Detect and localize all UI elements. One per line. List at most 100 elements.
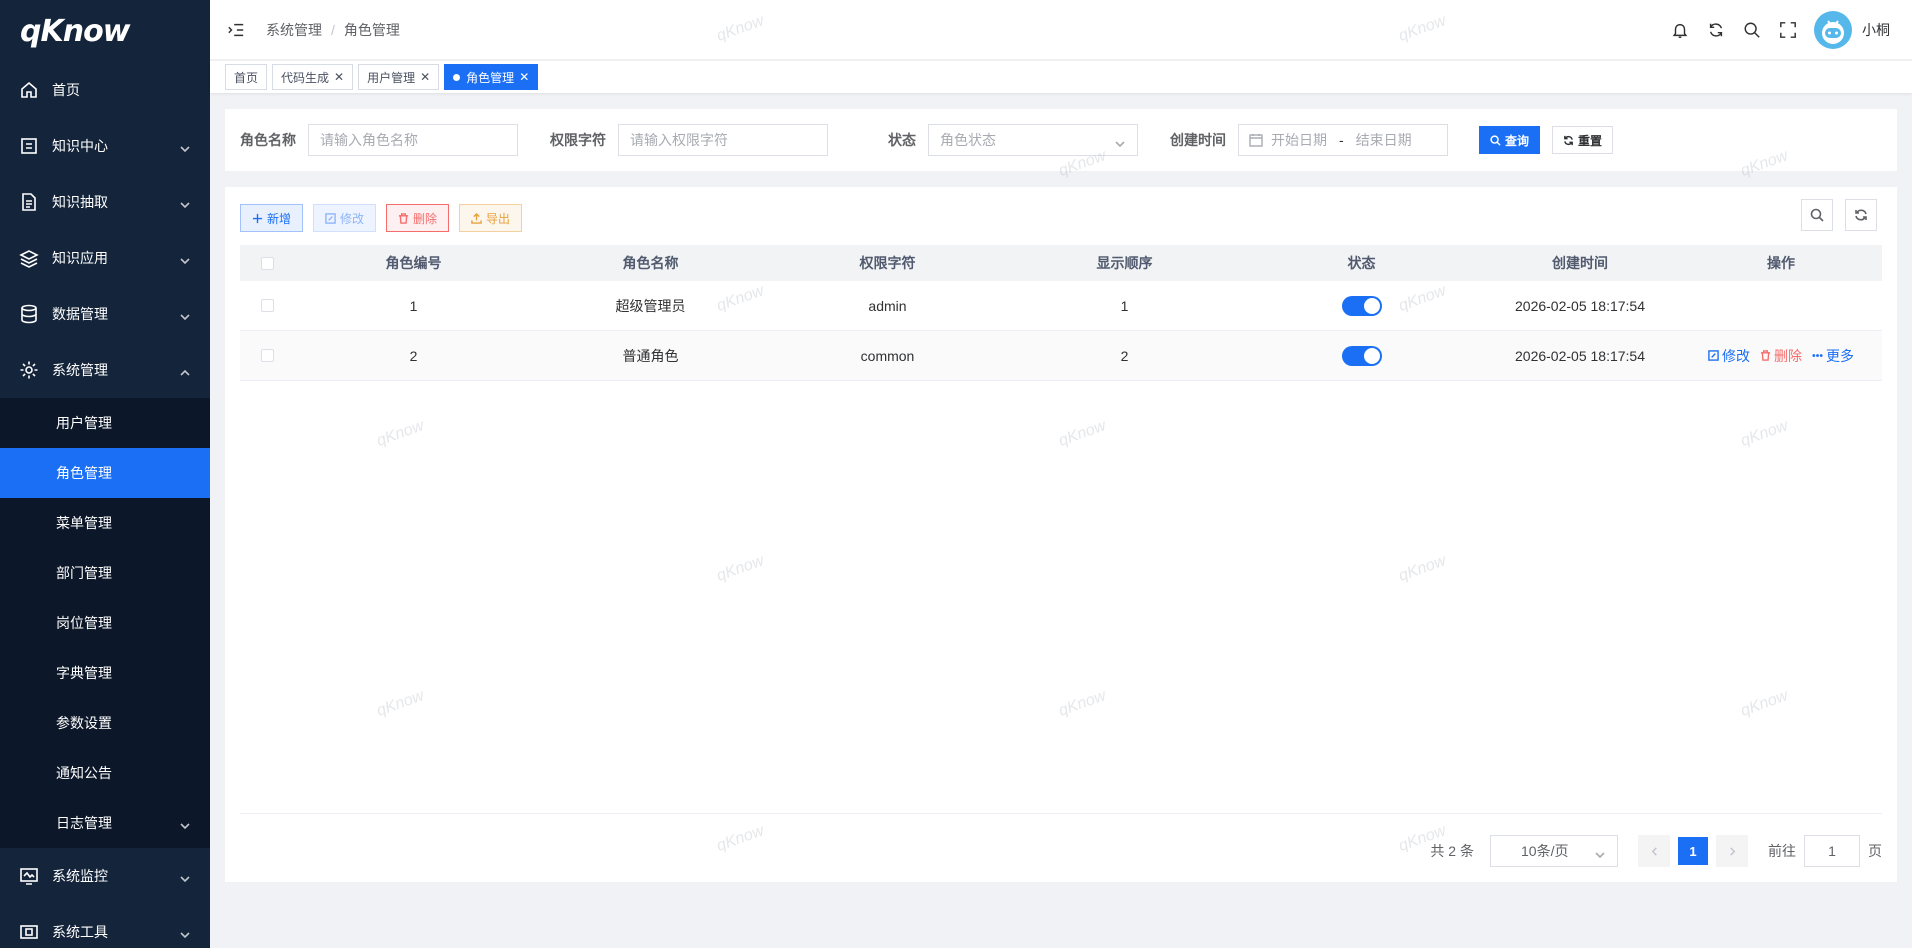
add-button[interactable]: 新增 [240,204,304,232]
row-checkbox[interactable] [261,299,274,312]
start-date-placeholder[interactable]: 开始日期 [1271,130,1327,150]
sidebar-item-system-monitor[interactable]: 系统监控 [0,848,210,904]
sidebar-item-post-management[interactable]: 岗位管理 [0,598,210,648]
column-header-actions: 操作 [1767,255,1795,271]
status-switch[interactable] [1341,345,1382,366]
tag-label: 角色管理 [466,70,515,85]
monitor-icon [18,865,40,887]
tag-role-management[interactable]: 角色管理 ✕ [444,64,539,90]
tag-user-management[interactable]: 用户管理 ✕ [358,64,440,90]
role-name-label: 角色名称 [240,132,296,148]
tag-code-gen[interactable]: 代码生成 ✕ [272,64,354,90]
chevron-down-icon [180,818,190,830]
column-header-create-time: 创建时间 [1552,255,1608,271]
column-header-role-id: 角色编号 [385,255,442,271]
refresh-icon[interactable] [1706,20,1726,40]
goto-page-input[interactable] [1804,835,1860,867]
export-button[interactable]: 导出 [459,204,523,232]
reset-button[interactable]: 重置 [1552,126,1614,154]
sidebar-item-role-management[interactable]: 角色管理 [0,448,210,498]
collapse-menu-icon[interactable] [226,20,246,40]
trash-icon [398,212,409,224]
delete-button[interactable]: 删除 [386,204,450,232]
status-switch[interactable] [1341,295,1382,316]
sidebar: qKnow 首页 知识中心 知识抽取 知识应用 数据管理 系统管理 用户管理 角… [0,0,210,948]
column-header-role-key: 权限字符 [859,255,916,271]
username[interactable]: 小桐 [1862,20,1890,40]
close-icon[interactable]: ✕ [334,70,344,84]
role-key-input[interactable] [618,124,828,156]
page-number-current[interactable]: 1 [1678,837,1708,865]
sidebar-item-notice[interactable]: 通知公告 [0,748,210,798]
sidebar-item-label: 首页 [52,82,80,98]
column-header-order: 显示顺序 [1096,255,1153,271]
sidebar-item-menu-management[interactable]: 菜单管理 [0,498,210,548]
status-select[interactable]: 角色状态 [928,124,1138,156]
page-size-select[interactable]: 10条/页 [1490,835,1618,867]
row-edit-link[interactable]: 修改 [1708,346,1750,366]
query-button-label: 查询 [1505,133,1530,148]
query-button[interactable]: 查询 [1479,126,1541,154]
chevron-up-icon [180,365,190,376]
close-icon[interactable]: ✕ [420,70,430,84]
logo[interactable]: qKnow [0,0,210,62]
sidebar-item-knowledge-center[interactable]: 知识中心 [0,118,210,174]
role-id-cell: 2 [409,347,418,364]
sidebar-item-knowledge-app[interactable]: 知识应用 [0,230,210,286]
chevron-down-icon [180,141,190,153]
row-more-link[interactable]: 更多 [1812,346,1854,366]
sidebar-item-system-management[interactable]: 系统管理 [0,342,210,398]
bell-icon[interactable] [1670,20,1690,40]
role-key-cell: admin [868,297,907,314]
sidebar-item-dept-management[interactable]: 部门管理 [0,548,210,598]
status-field: 状态 角色状态 [888,124,1138,156]
end-date-placeholder[interactable]: 结束日期 [1356,130,1412,150]
avatar[interactable] [1814,11,1852,49]
refresh-icon [1855,209,1867,221]
prev-page-button[interactable] [1638,835,1670,867]
goto-label: 前往 [1768,843,1796,859]
edit-button[interactable]: 修改 [313,204,377,232]
close-icon[interactable]: ✕ [519,70,529,84]
role-order-cell: 2 [1120,347,1129,364]
date-range-picker[interactable]: 开始日期 - 结束日期 [1238,124,1448,156]
sidebar-item-system-tools[interactable]: 系统工具 [0,904,210,948]
role-table: 角色编号 角色名称 权限字符 显示顺序 状态 创建时间 操作 1 超级管理员 a… [240,245,1882,381]
fullscreen-icon[interactable] [1778,20,1798,40]
role-name-cell: 超级管理员 [615,297,686,314]
toggle-search-button[interactable] [1801,199,1833,231]
select-all-checkbox[interactable] [261,256,274,270]
tag-label: 首页 [234,70,259,85]
sidebar-item-log-management[interactable]: 日志管理 [0,798,210,848]
next-page-button[interactable] [1716,835,1748,867]
sidebar-item-config[interactable]: 参数设置 [0,698,210,748]
role-name-field: 角色名称 [240,124,518,156]
sidebar-item-label: 知识抽取 [52,194,108,210]
row-checkbox[interactable] [261,349,274,362]
add-button-label: 新增 [267,211,292,226]
table-row: 1 超级管理员 admin 1 2026-02-05 18:17:54 [240,281,1882,331]
breadcrumb-item[interactable]: 系统管理 [266,20,322,40]
date-field: 创建时间 开始日期 - 结束日期 [1170,124,1448,156]
search-icon[interactable] [1742,20,1762,40]
table-header: 角色编号 角色名称 权限字符 显示顺序 状态 创建时间 操作 [240,245,1882,281]
row-edit-label: 修改 [1722,347,1750,364]
sidebar-item-knowledge-extract[interactable]: 知识抽取 [0,174,210,230]
chevron-down-icon [180,309,190,321]
role-order-cell: 1 [1120,297,1129,314]
chevron-down-icon [180,871,190,883]
row-delete-link[interactable]: 删除 [1760,346,1802,366]
sidebar-item-home[interactable]: 首页 [0,62,210,118]
refresh-table-button[interactable] [1845,199,1877,231]
sidebar-item-user-management[interactable]: 用户管理 [0,398,210,448]
role-name-input[interactable] [308,124,518,156]
sidebar-item-data-management[interactable]: 数据管理 [0,286,210,342]
edit-button-label: 修改 [340,211,365,226]
trash-icon [1760,350,1771,361]
tag-home[interactable]: 首页 [225,64,268,90]
top-header: 系统管理 / 角色管理 小桐 [210,0,1912,60]
chevron-right-icon [1729,846,1735,856]
sidebar-item-dict-management[interactable]: 字典管理 [0,648,210,698]
book-icon [18,135,40,157]
chevron-down-icon [1595,847,1605,859]
